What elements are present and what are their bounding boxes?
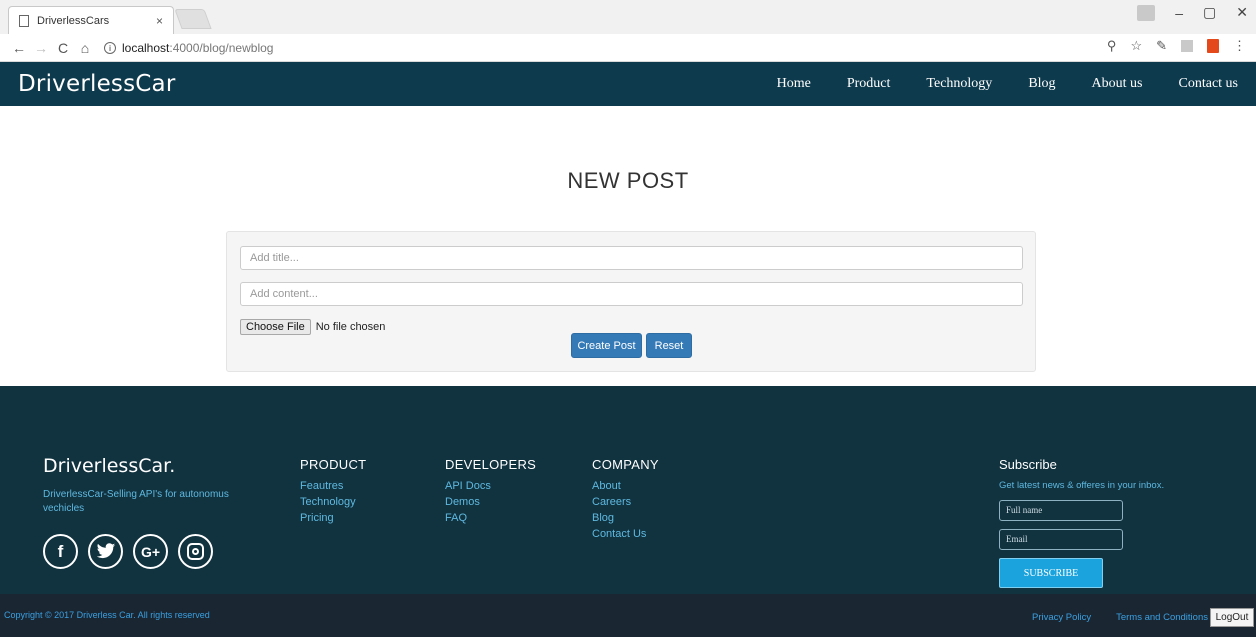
facebook-icon[interactable]: f: [43, 534, 78, 569]
choose-file-button[interactable]: Choose File: [240, 319, 311, 335]
maximize-icon[interactable]: ▢: [1203, 4, 1216, 21]
subscribe-name-input[interactable]: Full name: [999, 500, 1123, 521]
subscribe-section: Subscribe Get latest news & offeres in y…: [999, 457, 1164, 588]
zoom-icon[interactable]: ⚲: [1107, 38, 1117, 54]
close-window-icon[interactable]: ✕: [1236, 4, 1248, 21]
nav-link-technology[interactable]: Technology: [926, 76, 992, 92]
footer-link-blog[interactable]: Blog: [592, 510, 659, 526]
browser-toolbar: ← → C ⌂ i localhost :4000/blog/newblog ⚲…: [0, 34, 1256, 62]
create-post-button[interactable]: Create Post: [571, 333, 642, 358]
footer-link-careers[interactable]: Careers: [592, 494, 659, 510]
footer-col-company: COMPANY About Careers Blog Contact Us: [592, 457, 659, 542]
window-controls: – ▢ ✕: [1137, 4, 1248, 21]
browser-menu-icon[interactable]: ⋮: [1233, 38, 1246, 54]
toolbar-actions: ⚲ ☆ ✎ ⋮: [1107, 38, 1246, 54]
bookmark-star-icon[interactable]: ☆: [1130, 38, 1142, 54]
google-plus-icon[interactable]: G+: [133, 534, 168, 569]
page-title: NEW POST: [567, 168, 689, 193]
footer-heading-product: PRODUCT: [300, 457, 367, 472]
subscribe-button[interactable]: SUBSCRIBE: [999, 558, 1103, 588]
footer-link-technology[interactable]: Technology: [300, 494, 366, 510]
site-logo[interactable]: DriverlessCar: [18, 71, 176, 97]
footer-heading-developers: DEVELOPERS: [445, 457, 537, 472]
subscribe-heading: Subscribe: [999, 457, 1057, 472]
nav-link-contact[interactable]: Contact us: [1179, 76, 1239, 92]
footer-bottom-bar: Copyright © 2017 Driverless Car. All rig…: [0, 594, 1256, 637]
address-bar[interactable]: i localhost :4000/blog/newblog: [104, 37, 1144, 59]
nav-link-home[interactable]: Home: [777, 76, 811, 92]
reset-button[interactable]: Reset: [646, 333, 692, 358]
browser-tabstrip: DriverlessCars × – ▢ ✕: [0, 0, 1256, 34]
document-icon: [19, 14, 29, 27]
reload-icon[interactable]: C: [52, 40, 74, 56]
post-content-input[interactable]: Add content...: [240, 282, 1023, 306]
subscribe-email-input[interactable]: Email: [999, 529, 1123, 550]
footer-link-contact[interactable]: Contact Us: [592, 526, 659, 542]
site-navbar: DriverlessCar Home Product Technology Bl…: [0, 62, 1256, 106]
tab-close-icon[interactable]: ×: [156, 14, 163, 28]
logout-button[interactable]: LogOut: [1210, 608, 1254, 627]
office-extension-icon[interactable]: [1207, 39, 1219, 53]
url-path: :4000/blog/newblog: [169, 41, 274, 55]
footer-link-faq[interactable]: FAQ: [445, 510, 536, 526]
terms-link[interactable]: Terms and Conditions: [1116, 612, 1208, 623]
forward-icon[interactable]: →: [30, 40, 52, 56]
subscribe-description: Get latest news & offeres in your inbox.: [999, 480, 1165, 491]
footer-logo: DriverlessCar.: [43, 455, 176, 477]
footer-link-api-docs[interactable]: API Docs: [445, 478, 536, 494]
facebook-glyph: f: [57, 541, 64, 561]
footer-link-about[interactable]: About: [592, 478, 659, 494]
footer-link-demos[interactable]: Demos: [445, 494, 536, 510]
instagram-icon[interactable]: [178, 534, 213, 569]
nav-link-blog[interactable]: Blog: [1028, 76, 1055, 92]
footer-heading-company: COMPANY: [592, 457, 659, 472]
twitter-bird-icon: [96, 543, 115, 559]
home-icon[interactable]: ⌂: [74, 40, 96, 56]
nav-links: Home Product Technology Blog About us Co…: [741, 62, 1238, 106]
footer-col-developers: DEVELOPERS API Docs Demos FAQ: [445, 457, 536, 526]
extension-icon[interactable]: [1181, 40, 1193, 52]
url-host: localhost: [122, 41, 170, 55]
new-post-form: Add title... Add content... Choose File …: [226, 231, 1036, 372]
footer-link-features[interactable]: Feautres: [300, 478, 366, 494]
copyright-text: Copyright © 2017 Driverless Car. All rig…: [4, 610, 210, 620]
minimize-icon[interactable]: –: [1175, 5, 1183, 21]
privacy-policy-link[interactable]: Privacy Policy: [1032, 612, 1091, 623]
file-status: No file chosen: [315, 321, 386, 333]
nav-link-product[interactable]: Product: [847, 76, 891, 92]
legal-links: Privacy Policy Terms and Conditions: [1032, 612, 1208, 623]
profile-icon[interactable]: [1137, 4, 1156, 21]
twitter-icon[interactable]: [88, 534, 123, 569]
instagram-glyph: [187, 543, 204, 560]
file-upload: Choose File No file chosen: [240, 319, 385, 335]
back-icon[interactable]: ←: [8, 40, 30, 56]
footer-link-pricing[interactable]: Pricing: [300, 510, 366, 526]
footer-tagline: DriverlessCar-Selling API's for autonomu…: [43, 489, 229, 514]
tab-title: DriverlessCars: [37, 14, 110, 27]
google-plus-glyph: G+: [140, 543, 161, 560]
info-icon[interactable]: i: [104, 42, 116, 54]
footer-col-product: PRODUCT Feautres Technology Pricing: [300, 457, 366, 526]
new-tab-button[interactable]: [174, 9, 212, 29]
nav-link-about[interactable]: About us: [1092, 76, 1143, 92]
social-links: f G+: [43, 534, 213, 569]
site-footer: DriverlessCar. DriverlessCar-Selling API…: [0, 386, 1256, 594]
pen-extension-icon[interactable]: ✎: [1156, 38, 1167, 54]
post-title-input[interactable]: Add title...: [240, 246, 1023, 270]
browser-tab[interactable]: DriverlessCars ×: [8, 6, 174, 34]
